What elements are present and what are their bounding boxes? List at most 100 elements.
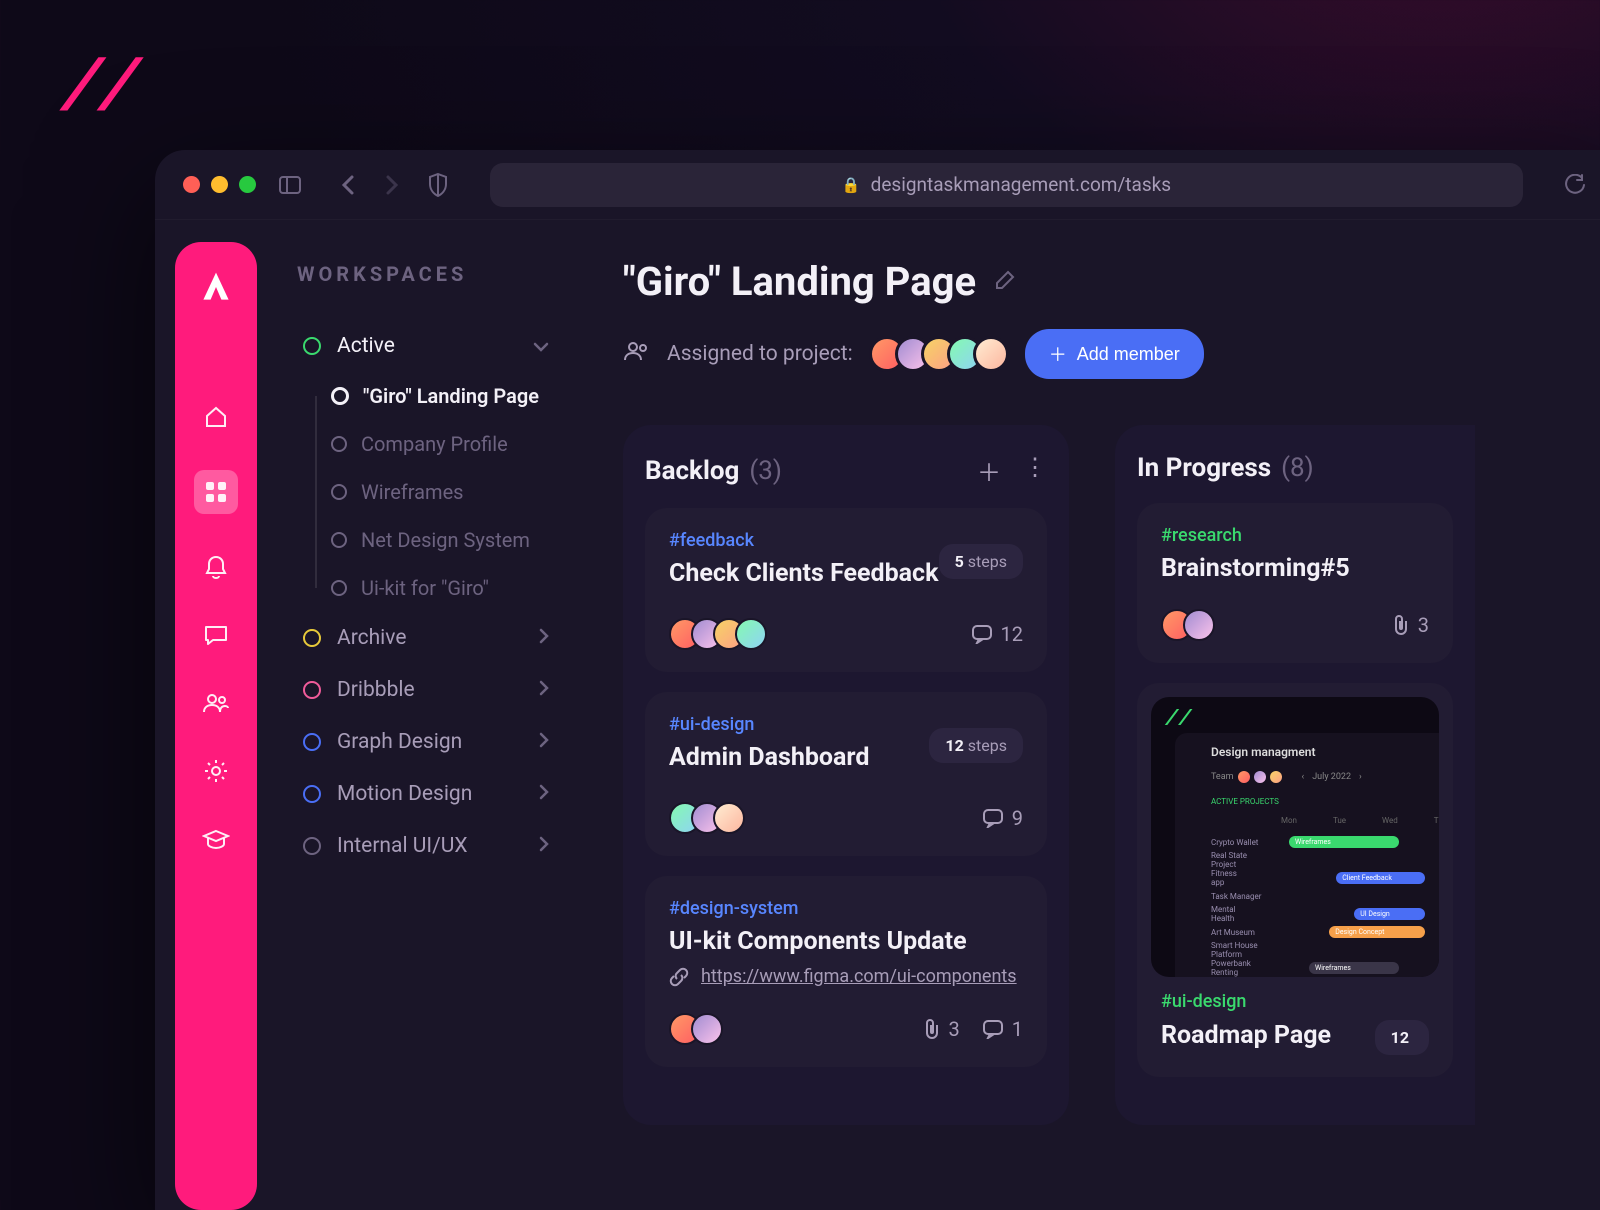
- workspaces-heading: WORKSPACES: [297, 262, 555, 286]
- thumb-logo: //: [1165, 707, 1191, 732]
- column-count: (8): [1281, 453, 1314, 483]
- workspace-group-label: Archive: [337, 626, 406, 650]
- card-avatars: [1161, 609, 1215, 641]
- edit-title-icon[interactable]: [994, 269, 1016, 295]
- avatar: [691, 1013, 723, 1045]
- workspace-item-label: Ui-kit for "Giro": [361, 576, 489, 600]
- attachments-count[interactable]: 3: [923, 1017, 960, 1041]
- workspace-group-active[interactable]: Active: [297, 320, 555, 372]
- workspace-item-label: Wireframes: [361, 480, 464, 504]
- workspace-group-graph-design[interactable]: Graph Design: [297, 716, 555, 768]
- address-bar[interactable]: 🔒 designtaskmanagement.com/tasks: [490, 163, 1523, 207]
- column-title: In Progress: [1137, 453, 1271, 483]
- column-in-progress: In Progress (8) #research Brainstorming#…: [1115, 425, 1475, 1125]
- nav-team-icon[interactable]: [201, 688, 231, 718]
- workspace-item-uikit-giro[interactable]: Ui-kit for "Giro": [297, 564, 555, 612]
- avatar: [1183, 609, 1215, 641]
- nav-back-icon[interactable]: [336, 173, 360, 197]
- chevron-right-icon: [539, 730, 549, 754]
- comments-count[interactable]: 1: [982, 1017, 1023, 1041]
- workspace-group-internal-uiux[interactable]: Internal UI/UX: [297, 820, 555, 872]
- card-link-text[interactable]: https://www.figma.com/ui-components: [701, 966, 1017, 987]
- window-controls: [183, 176, 256, 193]
- steps-chip: 5steps: [939, 544, 1023, 579]
- workspaces-sidebar: WORKSPACES Active "Giro" Landing Page Co…: [257, 220, 573, 1210]
- status-ring-icon: [303, 629, 321, 647]
- card-brainstorming-5[interactable]: #research Brainstorming#5 3: [1137, 503, 1453, 663]
- steps-chip: 12: [1375, 1020, 1429, 1055]
- card-link[interactable]: https://www.figma.com/ui-components: [669, 966, 1023, 987]
- column-title: Backlog: [645, 456, 739, 486]
- status-ring-icon: [331, 436, 347, 452]
- browser-titlebar: 🔒 designtaskmanagement.com/tasks: [155, 150, 1600, 220]
- close-window-button[interactable]: [183, 176, 200, 193]
- card-title: UI-kit Components Update: [669, 927, 1023, 956]
- add-member-label: Add member: [1077, 344, 1180, 365]
- comments-count[interactable]: 9: [982, 806, 1023, 830]
- nav-dashboard-icon[interactable]: [194, 470, 238, 514]
- nav-home-icon[interactable]: [201, 402, 231, 432]
- workspace-item-label: Company Profile: [361, 432, 508, 456]
- workspace-group-dribbble[interactable]: Dribbble: [297, 664, 555, 716]
- status-ring-icon: [303, 785, 321, 803]
- address-bar-text: designtaskmanagement.com/tasks: [871, 173, 1171, 196]
- assigned-label: Assigned to project:: [667, 342, 853, 366]
- attachments-count[interactable]: 3: [1392, 613, 1429, 637]
- maximize-window-button[interactable]: [239, 176, 256, 193]
- workspace-group-archive[interactable]: Archive: [297, 612, 555, 664]
- card-uikit-components-update[interactable]: #design-system UI-kit Components Update …: [645, 876, 1047, 1067]
- workspace-item-company-profile[interactable]: Company Profile: [297, 420, 555, 468]
- card-tag: #ui-design: [669, 714, 869, 735]
- comments-count[interactable]: 12: [971, 622, 1023, 646]
- workspace-item-label: "Giro" Landing Page: [363, 384, 539, 408]
- nav-forward-icon[interactable]: [380, 173, 404, 197]
- status-ring-icon: [331, 532, 347, 548]
- card-tag: #design-system: [669, 898, 1023, 919]
- card-tag: #research: [1161, 525, 1429, 546]
- plus-icon: ＋: [1049, 341, 1067, 367]
- card-roadmap-page[interactable]: // Design managment Team ‹ July 2022 ›: [1137, 683, 1453, 1077]
- nav-learn-icon[interactable]: [201, 824, 231, 854]
- people-icon: [623, 340, 651, 368]
- workspace-group-label: Motion Design: [337, 782, 472, 806]
- avatar: [973, 336, 1009, 372]
- nav-notifications-icon[interactable]: [201, 552, 231, 582]
- status-ring-icon: [303, 681, 321, 699]
- column-menu-icon[interactable]: ⋮: [1023, 453, 1047, 488]
- status-ring-icon: [331, 580, 347, 596]
- card-avatars: [669, 1013, 723, 1045]
- card-tag: #feedback: [669, 530, 938, 551]
- sidebar-toggle-icon[interactable]: [278, 173, 302, 197]
- chevron-right-icon: [539, 626, 549, 650]
- nav-messages-icon[interactable]: [201, 620, 231, 650]
- project-title: "Giro" Landing Page: [623, 258, 976, 305]
- status-ring-icon: [331, 484, 347, 500]
- card-admin-dashboard[interactable]: #ui-design Admin Dashboard 12steps: [645, 692, 1047, 856]
- assigned-avatars[interactable]: [869, 336, 1009, 372]
- chevron-right-icon: [539, 782, 549, 806]
- card-avatars: [669, 618, 767, 650]
- app-logo[interactable]: [197, 268, 235, 306]
- column-backlog: Backlog (3) ＋ ⋮ #feedback Check Clients …: [623, 425, 1069, 1125]
- minimize-window-button[interactable]: [211, 176, 228, 193]
- column-count: (3): [749, 456, 782, 486]
- workspace-group-motion-design[interactable]: Motion Design: [297, 768, 555, 820]
- workspace-item-label: Net Design System: [361, 528, 530, 552]
- workspace-item-wireframes[interactable]: Wireframes: [297, 468, 555, 516]
- nav-settings-icon[interactable]: [201, 756, 231, 786]
- privacy-shield-icon[interactable]: [426, 173, 450, 197]
- add-member-button[interactable]: ＋ Add member: [1025, 329, 1204, 379]
- avatar: [713, 802, 745, 834]
- reload-icon[interactable]: [1563, 173, 1587, 197]
- card-check-clients-feedback[interactable]: #feedback Check Clients Feedback 5steps: [645, 508, 1047, 672]
- workspace-group-label: Internal UI/UX: [337, 834, 468, 858]
- card-avatars: [669, 802, 745, 834]
- workspace-item-giro-landing[interactable]: "Giro" Landing Page: [297, 372, 555, 420]
- add-card-icon[interactable]: ＋: [977, 453, 1001, 488]
- brand-slashes-logo: //: [60, 50, 134, 132]
- avatar: [735, 618, 767, 650]
- status-ring-icon: [303, 837, 321, 855]
- card-tag: #ui-design: [1161, 991, 1429, 1012]
- status-ring-icon: [303, 337, 321, 355]
- workspace-item-net-design-system[interactable]: Net Design System: [297, 516, 555, 564]
